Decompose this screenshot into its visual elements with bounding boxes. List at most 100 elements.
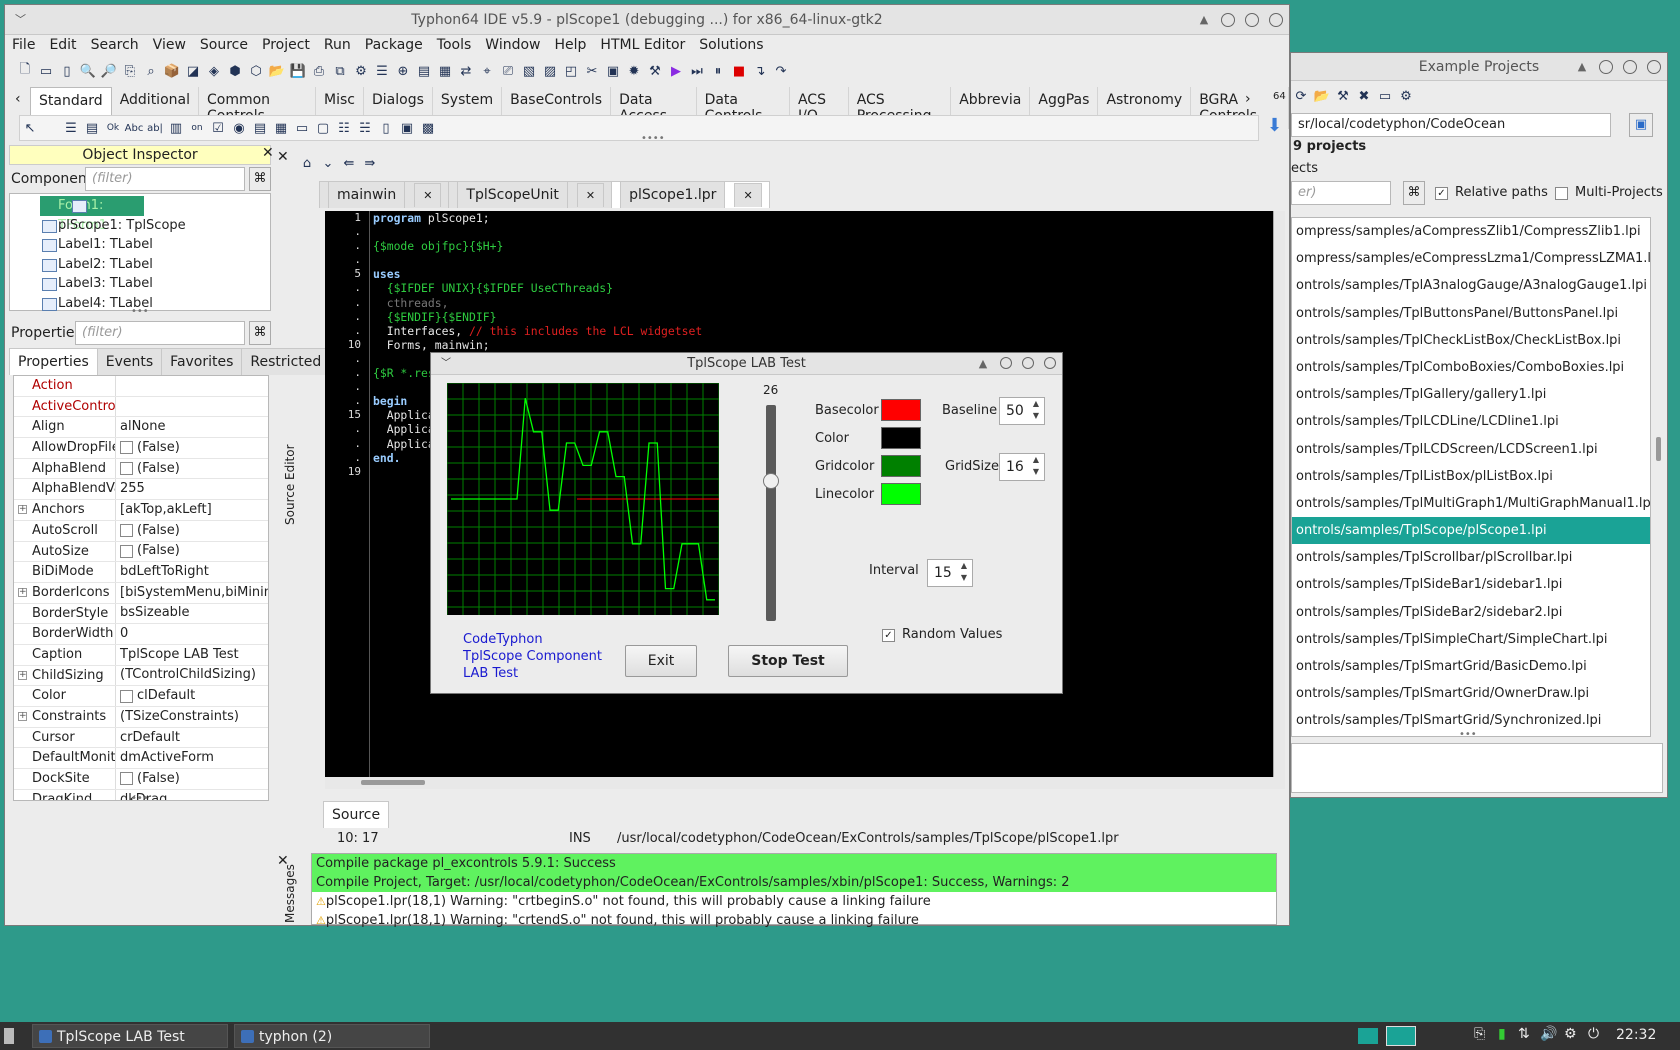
filter-options-icon[interactable]: ⌘ (1403, 181, 1425, 205)
replace-icon[interactable]: ⎘ (120, 61, 140, 81)
property-value[interactable]: bsSizeable (116, 604, 268, 624)
packages-icon[interactable]: ⬢ (225, 61, 245, 81)
run-icon[interactable]: ▶ (666, 61, 686, 81)
property-row[interactable]: + BorderIcons [biSystemMenu,biMinimiz (14, 582, 268, 604)
property-checkbox[interactable] (120, 462, 133, 476)
panel-comp-icon[interactable]: ▯ (376, 118, 396, 138)
frame-comp-icon[interactable]: ▣ (397, 118, 417, 138)
open-project-icon[interactable]: 📂 (1312, 86, 1332, 106)
app-menu-icon[interactable] (4, 1028, 14, 1044)
relative-paths-checkbox[interactable]: ✓ (1435, 187, 1448, 200)
property-row[interactable]: Cursor crDefault (14, 727, 268, 749)
tab-properties[interactable]: Properties (9, 348, 98, 375)
step-into-icon[interactable]: ↴ (750, 61, 770, 81)
tree-item[interactable]: plScope1: TplScope (10, 216, 270, 236)
property-value[interactable]: alNone (116, 417, 268, 437)
splitter-dots[interactable]: ••• (131, 306, 149, 317)
minimize-button[interactable] (1599, 60, 1613, 74)
baseline-slider-track[interactable] (766, 405, 776, 621)
maximize-button[interactable] (1245, 13, 1259, 27)
workspace-1[interactable] (1358, 1028, 1378, 1044)
components-filter-input[interactable]: (filter) (85, 167, 245, 191)
menu-edit[interactable]: Edit (42, 35, 83, 57)
close-button[interactable] (1044, 357, 1056, 369)
binoculars-icon[interactable]: ⌖ (477, 61, 497, 81)
filter-options-icon[interactable]: ⌘ (249, 167, 271, 191)
project-list-item[interactable]: ontrols/samples/TplComboBoxies/ComboBoxi… (1292, 354, 1650, 381)
task-typhon[interactable]: typhon (2) (234, 1024, 430, 1048)
tab-events[interactable]: Events (96, 348, 163, 375)
battery-icon[interactable]: ▮ (1498, 1026, 1506, 1042)
install-icon[interactable]: ◈ (204, 61, 224, 81)
property-row[interactable]: + ChildSizing (TControlChildSizing) (14, 665, 268, 687)
baseline-slider-handle[interactable] (763, 473, 779, 489)
multi-projects-checkbox[interactable] (1555, 187, 1568, 200)
property-checkbox[interactable] (120, 524, 133, 538)
project-list-item[interactable]: ontrols/samples/TplLCDLine/LCDline1.lpi (1292, 408, 1650, 435)
open-package-icon[interactable]: 📦 (162, 61, 182, 81)
vertical-scrollbar[interactable] (1653, 217, 1665, 737)
expand-icon[interactable]: + (18, 587, 27, 597)
property-row[interactable]: AllowDropFiles (False) (14, 438, 268, 459)
grep-icon[interactable]: ⌕ (141, 61, 161, 81)
expand-icon[interactable]: + (18, 505, 27, 515)
print-icon[interactable]: ⎚ (498, 61, 518, 81)
step-over-icon[interactable]: ↷ (771, 61, 791, 81)
editor-tab[interactable]: mainwin ✕ (319, 181, 450, 208)
project-list-item[interactable]: ontrols/samples/TplSimpleChart/SimpleCha… (1292, 626, 1650, 653)
palette-left-arrow-icon[interactable]: ‹ (15, 91, 21, 107)
property-value[interactable]: (False) (116, 542, 268, 562)
linecolor-swatch[interactable] (881, 483, 921, 505)
baseline-spin[interactable]: 50 ▲ ▼ (999, 397, 1045, 425)
menu-tools[interactable]: Tools (430, 35, 479, 57)
step-icon[interactable]: ⏭ (687, 61, 707, 81)
project-inspector-icon[interactable]: ☰ (372, 61, 392, 81)
projects-filter-input[interactable]: er) (1291, 181, 1391, 205)
property-row[interactable]: Color clDefault (14, 686, 268, 707)
mainmenu-icon[interactable]: ☰ (61, 118, 81, 138)
splitter-dots[interactable]: •••• (641, 133, 665, 144)
properties-filter-input[interactable]: (filter) (75, 321, 245, 345)
groupbox-comp-icon[interactable]: ▢ (313, 118, 333, 138)
project-options-icon[interactable]: ⚙ (351, 61, 371, 81)
stop-test-button[interactable]: Stop Test (728, 645, 848, 677)
workspace-2[interactable] (1386, 1026, 1416, 1046)
property-row[interactable]: AutoScroll (False) (14, 520, 268, 542)
property-row[interactable]: + Anchors [akTop,akLeft] (14, 500, 268, 521)
gridcolor-swatch[interactable] (881, 455, 921, 477)
button-comp-icon[interactable]: Ok (103, 118, 123, 138)
folder-icon[interactable]: ▭ (1375, 86, 1395, 106)
menu-search[interactable]: Search (84, 35, 146, 57)
property-value[interactable]: dmActiveForm (116, 748, 268, 768)
menu-file[interactable]: File (5, 35, 42, 57)
menu-view[interactable]: View (146, 35, 193, 57)
edit-comp-icon[interactable]: ab| (145, 118, 165, 138)
browse-folder-icon[interactable]: ▣ (1629, 113, 1653, 137)
project-list-item[interactable]: ontrols/samples/TplScrollbar/plScrollbar… (1292, 544, 1650, 571)
view-forms-icon[interactable]: ▦ (435, 61, 455, 81)
splitter-dots[interactable]: ••• (1459, 729, 1477, 740)
menu-project[interactable]: Project (255, 35, 317, 57)
property-checkbox[interactable] (120, 689, 133, 703)
interval-spin[interactable]: 15 ▲ ▼ (927, 559, 973, 587)
gridsize-spin[interactable]: 16 ▲ ▼ (999, 453, 1045, 481)
palette-down-icon[interactable]: ⬇ (1267, 115, 1282, 136)
property-value[interactable]: clDefault (116, 686, 268, 706)
property-value[interactable]: bdLeftToRight (116, 562, 268, 582)
project-list-item[interactable]: ontrols/samples/TplButtonsPanel/ButtonsP… (1292, 300, 1650, 327)
random-values-checkbox[interactable]: ✓ (882, 629, 895, 642)
editor-tab[interactable]: plScope1.lpr ✕ (611, 181, 770, 208)
palette-right-arrow-icon[interactable]: › (1245, 91, 1251, 107)
memo-comp-icon[interactable]: ▥ (166, 118, 186, 138)
tree-item[interactable]: Label3: TLabel (10, 274, 270, 294)
ide-titlebar[interactable]: ﹀ Typhon64 IDE v5.9 - plScope1 (debuggin… (5, 5, 1289, 35)
new-file-icon[interactable]: 🗋 (15, 61, 35, 81)
close-button[interactable] (1269, 13, 1283, 27)
menu-run[interactable]: Run (317, 35, 358, 57)
message-item[interactable]: Compile package pl_excontrols 5.9.1: Suc… (312, 854, 1276, 873)
tools-icon[interactable]: ✂ (582, 61, 602, 81)
radiogroup-comp-icon[interactable]: ☷ (334, 118, 354, 138)
power-icon[interactable]: ⏻ (1588, 1026, 1599, 1042)
spin-arrows-icon[interactable]: ▲ ▼ (1028, 454, 1044, 480)
expand-icon[interactable]: + (18, 670, 27, 680)
